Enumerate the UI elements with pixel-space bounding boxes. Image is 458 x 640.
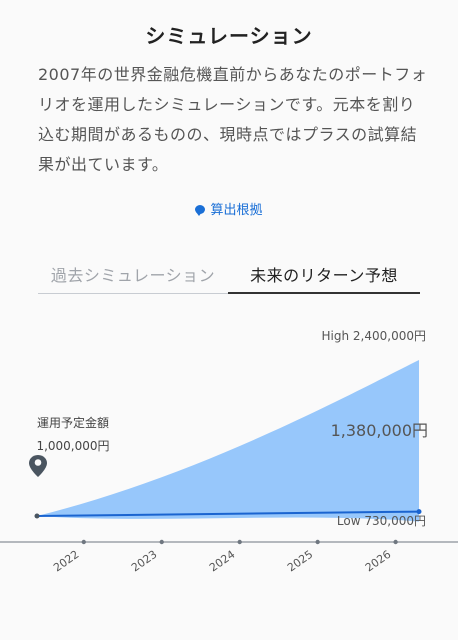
median-label: 1,380,000円 bbox=[331, 421, 428, 440]
high-label: High 2,400,000円 bbox=[322, 329, 426, 343]
x-tick-mark bbox=[315, 539, 320, 545]
low-label: Low 730,000円 bbox=[337, 514, 426, 528]
x-tick-label: 2025 bbox=[285, 548, 315, 575]
simulation-tabs: 過去シミュレーション 未来のリターン予想 bbox=[38, 262, 420, 294]
calculation-basis-label: 算出根拠 bbox=[210, 203, 263, 218]
start-label: 運用予定金額 bbox=[37, 415, 109, 430]
tab-future-return-forecast[interactable]: 未来のリターン予想 bbox=[228, 262, 420, 294]
x-tick-mark bbox=[237, 539, 242, 545]
forecast-chart: High 2,400,000円 1,380,000円 運用予定金額 1,000,… bbox=[0, 329, 458, 575]
x-axis-ticks: 2022 2023 2024 2025 2026 bbox=[51, 539, 398, 575]
start-amount-label: 1,000,000円 bbox=[36, 439, 109, 453]
x-tick-label: 2024 bbox=[207, 548, 237, 575]
start-point bbox=[34, 513, 40, 519]
x-tick-label: 2022 bbox=[51, 548, 81, 575]
page-title: シミュレーション bbox=[145, 24, 313, 48]
x-tick-mark bbox=[393, 539, 398, 545]
x-tick-label: 2026 bbox=[363, 548, 393, 575]
description-text: 2007年の世界金融危機直前からあなたのポートフォリオを運用したシミュレーション… bbox=[38, 65, 428, 174]
x-tick-label: 2023 bbox=[129, 548, 159, 575]
map-pin-icon bbox=[29, 455, 47, 477]
speech-bubble-icon bbox=[195, 205, 206, 216]
x-tick-mark bbox=[159, 539, 164, 545]
calculation-basis-link[interactable]: 算出根拠 bbox=[0, 199, 458, 218]
tab-past-simulation[interactable]: 過去シミュレーション bbox=[38, 262, 228, 294]
x-tick-mark bbox=[81, 539, 86, 545]
